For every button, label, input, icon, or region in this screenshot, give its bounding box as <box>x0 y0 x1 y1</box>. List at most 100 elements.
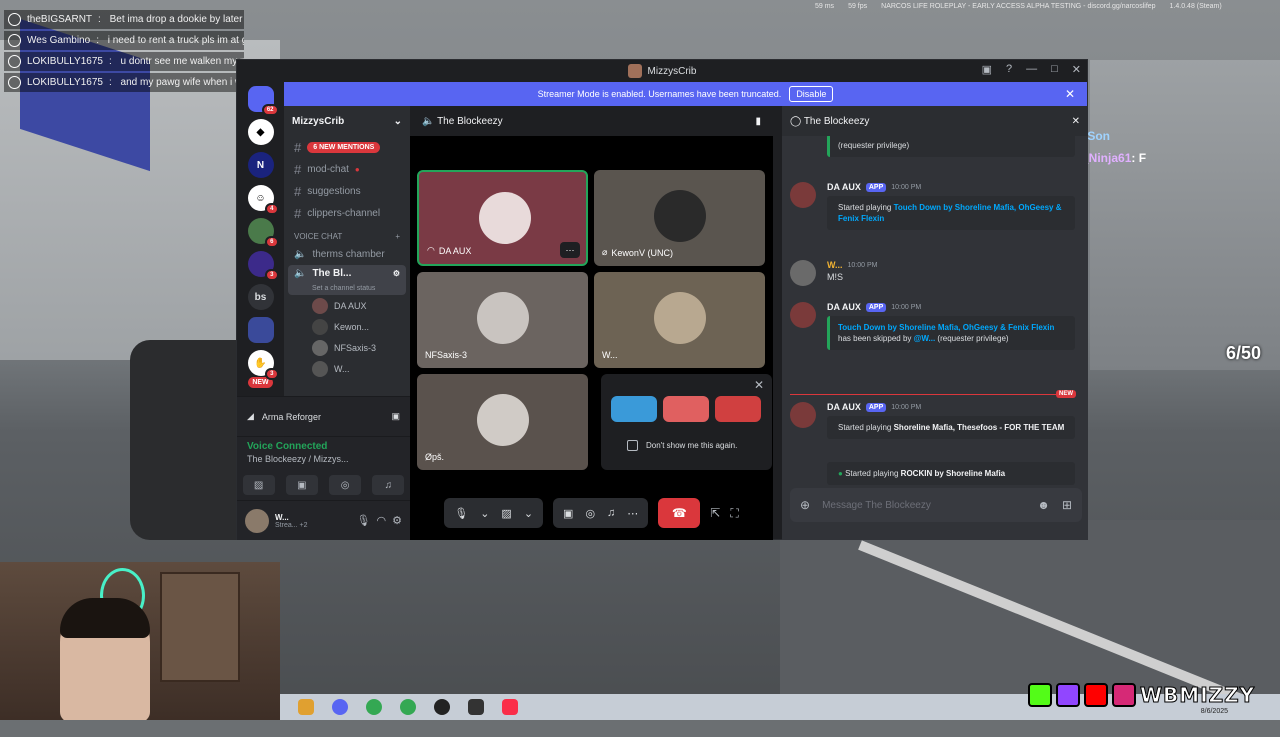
soundboard-icon[interactable]: ♫ <box>607 507 615 519</box>
fullscreen-icon[interactable]: ⛶ <box>730 506 738 521</box>
screen-share-icon[interactable]: ▣ <box>563 507 573 520</box>
participant-tile[interactable]: ⌀ KewonV (UNC) <box>594 170 765 266</box>
globe-icon <box>8 76 21 89</box>
minimize-button[interactable]: — <box>1026 63 1037 76</box>
participant-tile[interactable]: ◠ DA AUX ⋯ <box>417 170 588 266</box>
participant-tile[interactable]: W... <box>594 272 765 368</box>
obs-icon[interactable] <box>468 699 484 715</box>
gear-icon[interactable]: ⚙ <box>392 514 402 527</box>
emoji-icon[interactable]: ☻ <box>1037 498 1050 512</box>
chrome-icon[interactable] <box>400 699 416 715</box>
voice-member[interactable]: Kewon... <box>284 316 410 337</box>
message-input[interactable] <box>822 499 1026 511</box>
server-icon[interactable]: ☺ 4 <box>247 185 279 215</box>
gamepad-icon[interactable]: ⊞ <box>1062 498 1072 512</box>
hud-version: 1.4.0.48 (Steam) <box>1169 2 1222 10</box>
close-button[interactable]: ✕ <box>1072 63 1081 76</box>
bookmark-icon[interactable]: ▮ <box>755 116 761 127</box>
server-icon[interactable]: N <box>247 152 274 178</box>
user-status-extra: +2 <box>299 521 308 529</box>
channel-clippers[interactable]: # clippers-channel <box>284 202 410 224</box>
more-icon[interactable]: ⋯ <box>627 507 638 520</box>
embed: Started playing Touch Down by Shoreline … <box>827 196 1075 231</box>
server-header[interactable]: MizzysCrib ⌄ <box>284 106 410 136</box>
discord-icon[interactable] <box>332 699 348 715</box>
embed-text: (requester privilege) <box>935 334 1009 344</box>
avatar[interactable] <box>790 260 816 286</box>
camera-off-icon[interactable]: ▨ <box>501 507 511 520</box>
app-icon[interactable] <box>434 699 450 715</box>
headphones-icon[interactable]: ◠ <box>377 514 387 527</box>
chevron-down-icon[interactable]: ⌄ <box>524 507 533 520</box>
more-button[interactable]: ⋯ <box>560 242 580 258</box>
dm-button[interactable]: 62 <box>247 86 279 116</box>
disable-streamer-button[interactable]: Disable <box>789 86 834 102</box>
inbox-icon[interactable]: ▣ <box>982 63 992 76</box>
participant-tile[interactable]: Øpš. <box>417 374 588 470</box>
channel-status[interactable]: Set a channel status <box>294 285 375 292</box>
participant-tile[interactable]: NFSaxis-3 <box>417 272 588 368</box>
activity-icon[interactable]: ◎ <box>585 507 595 520</box>
soundboard-icon[interactable]: ♫ <box>372 475 405 495</box>
author-name[interactable]: DA AUX <box>827 302 861 312</box>
mentions-row[interactable]: #6 NEW MENTIONS <box>284 136 410 158</box>
member-name: DA AUX <box>334 300 367 311</box>
voice-channel-active[interactable]: 🔈 The Bl... ⚙ Set a channel status <box>288 265 406 295</box>
screen-share-icon[interactable]: ▣ <box>285 475 318 495</box>
voice-category[interactable]: VOICE CHAT + <box>284 224 410 243</box>
mic-icon[interactable]: 🎙 <box>357 514 371 527</box>
server-icon <box>627 64 642 78</box>
avatar[interactable] <box>790 182 816 208</box>
plus-icon[interactable]: + <box>395 232 400 241</box>
voice-member[interactable]: DA AUX <box>284 295 410 316</box>
screen-share-icon[interactable]: ▣ <box>391 411 400 422</box>
dont-show-checkbox[interactable]: Don't show me this again. <box>627 440 737 451</box>
voice-status[interactable]: Voice Connected <box>247 441 400 452</box>
server-icon[interactable]: bs <box>247 284 274 310</box>
channel-mod-chat[interactable]: # mod-chat ● <box>284 158 410 180</box>
server-icon[interactable]: ✋ 3 <box>247 350 279 380</box>
popout-icon[interactable]: ⇱ <box>710 506 720 520</box>
plus-icon[interactable]: ⊕ <box>800 498 810 512</box>
voice-title-text: The Blockeezy <box>437 115 503 127</box>
server-icon[interactable]: 6 <box>247 218 279 248</box>
channel-label: mod-chat <box>307 163 349 175</box>
folder-icon[interactable] <box>298 699 314 715</box>
checkbox-icon[interactable] <box>627 440 638 451</box>
server-icon[interactable]: ◆ <box>247 119 274 145</box>
chevron-down-icon[interactable]: ⌄ <box>480 507 489 520</box>
author-name[interactable]: W... <box>827 260 843 270</box>
server-icon[interactable] <box>247 317 274 343</box>
user-names[interactable]: W... Strea... +2 <box>275 513 351 529</box>
close-icon[interactable]: ✕ <box>754 378 764 392</box>
server-icon[interactable]: 3 <box>247 251 279 281</box>
music-icon[interactable] <box>502 699 518 715</box>
author-name[interactable]: DA AUX <box>827 182 861 192</box>
avatar[interactable] <box>790 302 816 328</box>
avatar[interactable] <box>245 508 269 533</box>
maximize-button[interactable]: □ <box>1051 63 1058 76</box>
activity-icon[interactable]: ◎ <box>329 475 362 495</box>
close-icon[interactable]: ✕ <box>1072 116 1080 127</box>
avatar[interactable] <box>790 402 816 428</box>
activity-panel[interactable]: ◢ Arma Reforger ▣ <box>237 396 410 436</box>
help-icon[interactable]: ? <box>1006 63 1012 76</box>
game-thumbnail[interactable] <box>611 396 657 422</box>
disconnect-button[interactable]: ☎ <box>658 498 701 528</box>
game-thumbnail[interactable] <box>715 396 761 422</box>
voice-member[interactable]: NFSaxis-3 <box>284 337 410 358</box>
channel-suggestions[interactable]: # suggestions <box>284 180 410 202</box>
close-icon[interactable]: ✕ <box>1065 87 1075 101</box>
video-off-icon[interactable]: ▨ <box>242 475 275 495</box>
voice-member[interactable]: W... <box>284 358 410 379</box>
game-thumbnail[interactable] <box>663 396 709 422</box>
mic-icon[interactable]: 🎙 <box>454 507 468 520</box>
mentions-badge[interactable]: 6 NEW MENTIONS <box>307 141 381 153</box>
voice-channel-name[interactable]: The Blockeezy / Mizzys... <box>247 454 400 464</box>
voice-channel-therms[interactable]: 🔈 therms chamber <box>284 243 410 265</box>
author-name[interactable]: DA AUX <box>827 402 861 412</box>
track-link[interactable]: Touch Down by Shoreline Mafia, OhGeesy &… <box>838 323 1054 332</box>
chrome-icon[interactable] <box>366 699 382 715</box>
mention-link[interactable]: @W... <box>914 334 936 343</box>
settings-icon[interactable]: ⚙ <box>393 269 400 278</box>
